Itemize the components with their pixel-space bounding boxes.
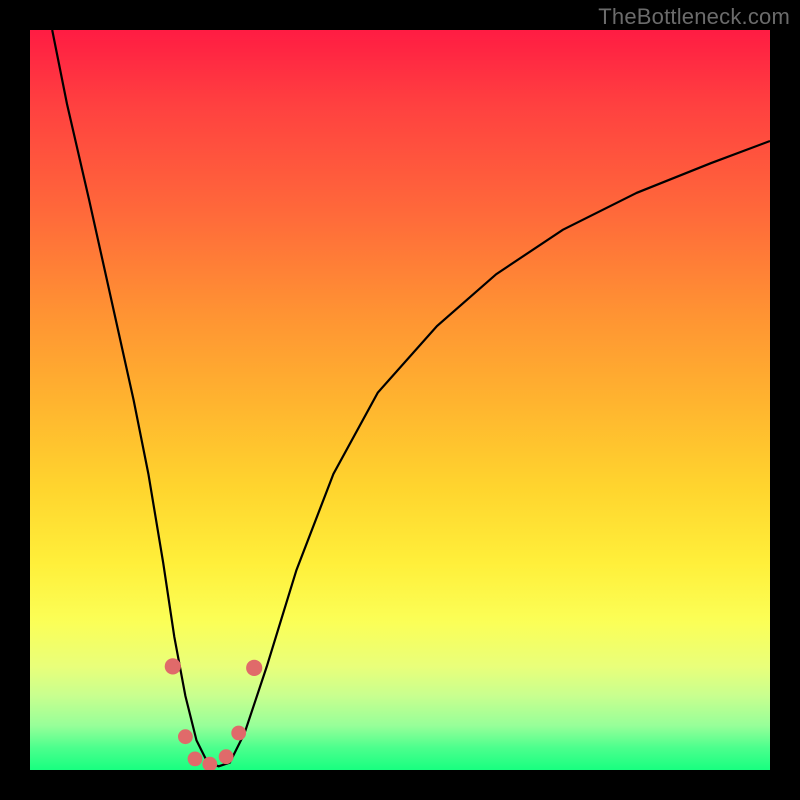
watermark-text: TheBottleneck.com [598,4,790,30]
curve-marker [188,752,203,767]
curve-marker [219,749,234,764]
plot-area [30,30,770,770]
marker-layer [165,658,263,770]
curve-marker [165,658,181,674]
curve-marker [231,726,246,741]
curve-path [52,30,770,766]
outer-frame: TheBottleneck.com [0,0,800,800]
curve-marker [178,729,193,744]
curve-marker [246,660,262,676]
bottleneck-curve [30,30,770,770]
